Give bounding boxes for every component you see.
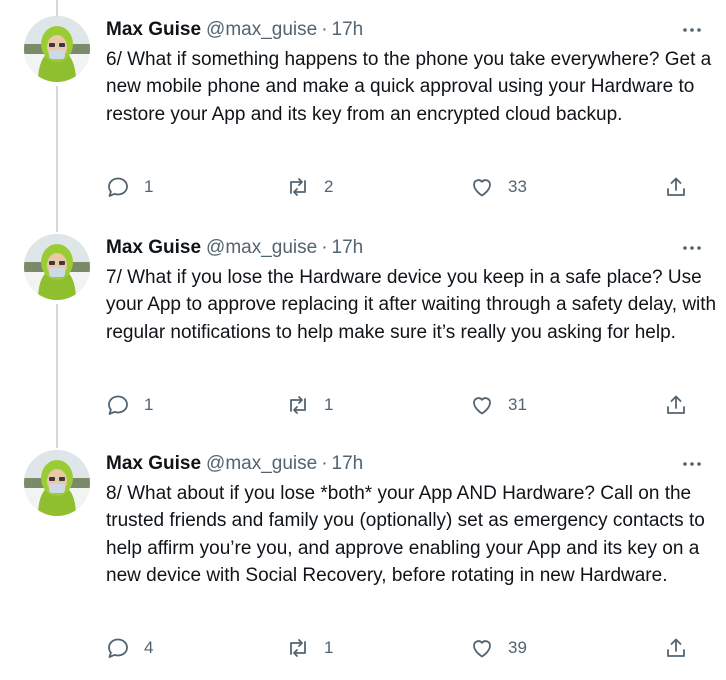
reply-icon <box>108 395 128 415</box>
display-name[interactable]: Max Guise <box>106 16 201 44</box>
reply-icon <box>108 177 128 197</box>
tweet-actions: 4 1 39 <box>106 635 706 661</box>
avatar[interactable] <box>24 450 90 516</box>
avatar[interactable] <box>24 16 90 82</box>
tweet[interactable]: Max Guise @max_guise · 17h 6/ What if so… <box>0 16 726 216</box>
more-icon <box>683 28 701 32</box>
user-handle[interactable]: @max_guise <box>206 234 317 262</box>
display-name[interactable]: Max Guise <box>106 450 201 478</box>
retweet-count: 1 <box>324 638 334 657</box>
like-button[interactable]: 39 <box>470 635 527 661</box>
timestamp[interactable]: 17h <box>332 16 364 44</box>
more-icon <box>683 246 701 250</box>
heart-icon <box>473 179 491 197</box>
tweet-header: Max Guise @max_guise · 17h <box>106 234 363 262</box>
share-button[interactable] <box>664 174 688 200</box>
thread-line <box>56 0 58 16</box>
separator: · <box>321 237 328 258</box>
more-icon <box>683 462 701 466</box>
heart-icon <box>473 640 491 658</box>
timestamp[interactable]: 17h <box>332 450 364 478</box>
tweet-text: 6/ What if something happens to the phon… <box>106 49 712 125</box>
heart-icon <box>473 397 491 415</box>
tweet-header: Max Guise @max_guise · 17h <box>106 16 363 44</box>
share-button[interactable] <box>664 392 688 418</box>
like-count: 33 <box>508 177 527 196</box>
retweet-count: 1 <box>324 395 334 414</box>
like-button[interactable]: 31 <box>470 392 527 418</box>
retweet-button[interactable]: 1 <box>286 392 333 418</box>
tweet[interactable]: Max Guise @max_guise · 17h 7/ What if yo… <box>0 234 726 434</box>
reply-count: 4 <box>144 638 154 657</box>
tweet[interactable]: Max Guise @max_guise · 17h 8/ What about… <box>0 450 726 680</box>
retweet-button[interactable]: 1 <box>286 635 333 661</box>
avatar-image <box>24 16 90 82</box>
separator: · <box>321 19 328 40</box>
like-count: 39 <box>508 638 527 657</box>
retweet-count: 2 <box>324 177 334 196</box>
display-name[interactable]: Max Guise <box>106 234 201 262</box>
user-handle[interactable]: @max_guise <box>206 450 317 478</box>
reply-button[interactable]: 1 <box>106 174 153 200</box>
avatar-image <box>24 234 90 300</box>
share-button[interactable] <box>664 635 688 661</box>
reply-count: 1 <box>144 177 154 196</box>
avatar-image <box>24 450 90 516</box>
like-button[interactable]: 33 <box>470 174 527 200</box>
tweet-actions: 1 1 31 <box>106 392 706 418</box>
retweet-icon <box>290 396 306 414</box>
avatar[interactable] <box>24 234 90 300</box>
tweet-actions: 1 2 33 <box>106 174 706 200</box>
reply-icon <box>108 638 128 658</box>
separator: · <box>321 453 328 474</box>
retweet-icon <box>290 639 306 657</box>
share-icon <box>667 177 685 196</box>
user-handle[interactable]: @max_guise <box>206 16 317 44</box>
share-icon <box>667 638 685 657</box>
reply-count: 1 <box>144 395 154 414</box>
tweet-header: Max Guise @max_guise · 17h <box>106 450 363 478</box>
like-count: 31 <box>508 395 527 414</box>
more-button[interactable] <box>672 450 712 478</box>
more-button[interactable] <box>672 16 712 44</box>
share-icon <box>667 395 685 414</box>
retweet-button[interactable]: 2 <box>286 174 333 200</box>
reply-button[interactable]: 1 <box>106 392 153 418</box>
tweet-text: 8/ What about if you lose *both* your Ap… <box>106 483 705 586</box>
timestamp[interactable]: 17h <box>332 234 364 262</box>
tweet-text: 7/ What if you lose the Hardware device … <box>106 267 717 343</box>
retweet-icon <box>290 178 306 196</box>
reply-button[interactable]: 4 <box>106 635 153 661</box>
more-button[interactable] <box>672 234 712 262</box>
